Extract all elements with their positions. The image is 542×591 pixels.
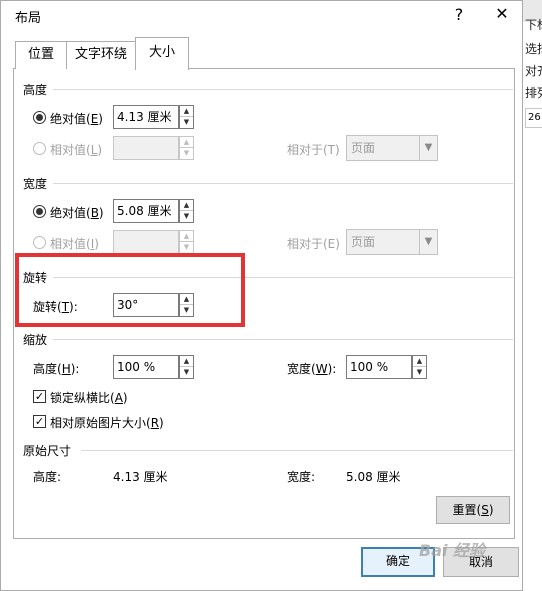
spin-up-icon[interactable]: ▲ <box>180 106 193 117</box>
spin-down-icon[interactable]: ▼ <box>180 242 193 253</box>
original-size-section-title: 原始尺寸 <box>23 444 72 458</box>
original-height-label: 高度: <box>33 470 62 484</box>
separator <box>81 450 513 451</box>
height-absolute-spinner[interactable]: ▲ ▼ <box>179 105 194 129</box>
height-relative-to-select[interactable]: 页面 ▼ <box>346 135 438 161</box>
width-relative-to-select[interactable]: 页面 ▼ <box>346 229 438 255</box>
height-absolute-radio[interactable] <box>33 111 46 124</box>
chevron-down-icon: ▼ <box>419 230 437 254</box>
layout-dialog: 布局 ? ✕ 位置 文字环绕 大小 高度 绝对值(E) 4.13 厘米 ▲ ▼ 相… <box>0 0 523 591</box>
width-absolute-label: 绝对值(B) <box>50 206 104 220</box>
spin-up-icon[interactable]: ▲ <box>180 231 193 242</box>
rotation-highlight-box <box>15 253 245 327</box>
scale-width-input[interactable]: 100 % <box>346 355 412 379</box>
lock-aspect-label: 锁定纵横比(A) <box>50 391 128 405</box>
height-absolute-input[interactable]: 4.13 厘米 <box>113 105 179 129</box>
height-absolute-label: 绝对值(E) <box>50 112 103 126</box>
width-relative-to-label: 相对于(E) <box>287 237 340 251</box>
original-width-value: 5.08 厘米 <box>346 470 401 484</box>
width-relative-label: 相对值(I) <box>50 237 99 251</box>
separator <box>53 183 513 184</box>
spin-down-icon[interactable]: ▼ <box>180 148 193 159</box>
tab-size[interactable]: 大小 <box>135 37 189 70</box>
height-relative-spinner[interactable]: ▲ ▼ <box>179 136 194 160</box>
tab-text-wrapping[interactable]: 文字环绕 <box>66 41 136 69</box>
dialog-title: 布局 <box>15 11 42 26</box>
height-section-title: 高度 <box>23 83 48 97</box>
width-relative-input[interactable] <box>113 230 179 254</box>
scale-section-title: 缩放 <box>23 333 48 347</box>
spin-down-icon[interactable]: ▼ <box>180 367 193 378</box>
close-button[interactable]: ✕ <box>490 4 514 23</box>
height-relative-label: 相对值(L) <box>50 143 103 157</box>
lock-aspect-checkbox[interactable]: ✓ <box>33 390 46 403</box>
reset-button[interactable]: 重置(S) <box>436 496 510 524</box>
watermark-text: Bai 经验 <box>419 541 486 560</box>
separator <box>53 89 513 90</box>
original-width-label: 宽度: <box>287 470 316 484</box>
spin-down-icon[interactable]: ▼ <box>180 117 193 128</box>
scale-height-input[interactable]: 100 % <box>113 355 179 379</box>
width-absolute-input[interactable]: 5.08 厘米 <box>113 199 179 223</box>
relative-original-label: 相对原始图片大小(R) <box>50 416 164 430</box>
width-relative-spinner[interactable]: ▲ ▼ <box>179 230 194 254</box>
spin-down-icon[interactable]: ▼ <box>180 211 193 222</box>
original-height-value: 4.13 厘米 <box>113 470 168 484</box>
background-app-strip: 下标 选择 对齐 排列 26 <box>522 0 542 591</box>
spin-down-icon[interactable]: ▼ <box>413 367 426 378</box>
help-button[interactable]: ? <box>447 5 471 24</box>
width-relative-radio[interactable] <box>33 236 46 249</box>
width-section-title: 宽度 <box>23 177 48 191</box>
scale-height-spinner[interactable]: ▲ ▼ <box>179 355 194 379</box>
spin-up-icon[interactable]: ▲ <box>180 200 193 211</box>
scale-width-label: 宽度(W): <box>287 362 337 376</box>
scale-width-spinner[interactable]: ▲ ▼ <box>412 355 427 379</box>
scale-height-label: 高度(H): <box>33 362 80 376</box>
height-relative-input[interactable] <box>113 136 179 160</box>
relative-original-checkbox[interactable]: ✓ <box>33 415 46 428</box>
width-absolute-spinner[interactable]: ▲ ▼ <box>179 199 194 223</box>
background-field: 26 <box>525 108 542 128</box>
background-label: 下标 <box>525 18 542 32</box>
background-label: 排列 <box>525 86 542 100</box>
width-absolute-radio[interactable] <box>33 205 46 218</box>
spin-up-icon[interactable]: ▲ <box>413 356 426 367</box>
spin-up-icon[interactable]: ▲ <box>180 137 193 148</box>
tab-position[interactable]: 位置 <box>15 41 67 69</box>
background-label: 对齐 <box>525 64 542 78</box>
background-label: 选择 <box>525 42 542 56</box>
height-relative-radio[interactable] <box>33 142 46 155</box>
spin-up-icon[interactable]: ▲ <box>180 356 193 367</box>
separator <box>53 339 513 340</box>
height-relative-to-label: 相对于(T) <box>287 143 340 157</box>
chevron-down-icon: ▼ <box>419 136 437 160</box>
